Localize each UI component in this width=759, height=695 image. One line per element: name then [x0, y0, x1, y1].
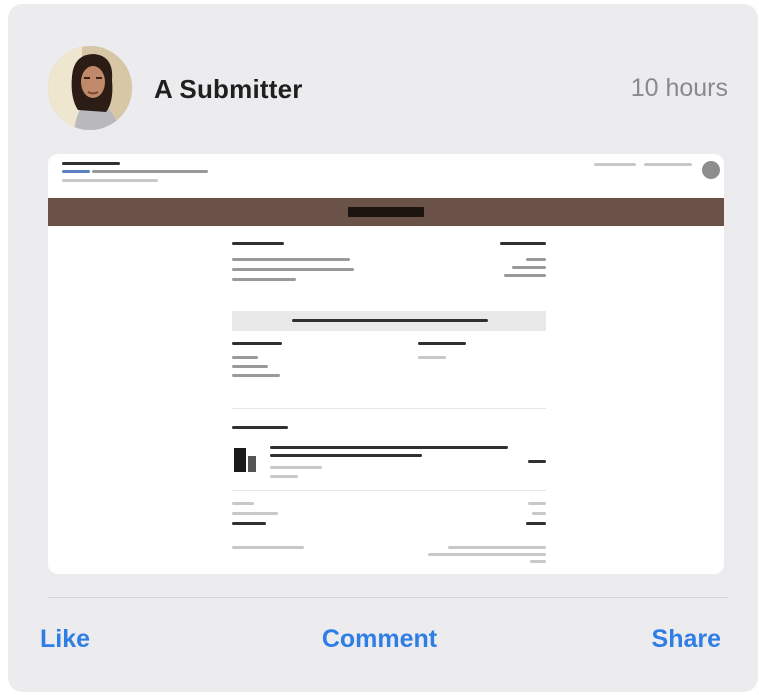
comment-button[interactable]: Comment — [0, 625, 759, 654]
email-text-line — [232, 512, 278, 515]
email-action-line — [644, 163, 692, 166]
email-text-line — [232, 426, 288, 429]
post-header: A Submitter 10 hours — [48, 46, 728, 134]
email-text-line — [428, 553, 546, 556]
email-divider — [232, 490, 546, 491]
share-button[interactable]: Share — [652, 625, 721, 654]
email-text-line — [532, 512, 546, 515]
email-text-line — [526, 258, 546, 261]
email-text-line — [528, 502, 546, 505]
email-text-line — [292, 319, 488, 322]
email-text-line — [232, 374, 280, 377]
post-card: A Submitter 10 hours — [8, 4, 758, 692]
email-action-line — [594, 163, 636, 166]
email-avatar-icon — [702, 161, 720, 179]
product-thumbnail-icon — [248, 456, 256, 472]
email-text-line — [232, 365, 268, 368]
email-text-line — [232, 546, 304, 549]
post-timestamp: 10 hours — [630, 74, 728, 102]
email-text-line — [526, 522, 546, 525]
author-name[interactable]: A Submitter — [154, 74, 303, 105]
email-text-line — [232, 268, 354, 271]
avatar-photo-icon — [48, 46, 132, 130]
email-text-line — [232, 278, 296, 281]
email-text-line — [232, 258, 350, 261]
product-thumbnail-icon — [234, 448, 246, 472]
email-subject-line — [92, 170, 208, 173]
email-text-line — [232, 342, 282, 345]
brand-logo-icon — [348, 207, 424, 217]
email-text-line — [530, 560, 546, 563]
email-text-line — [528, 460, 546, 463]
order-info-strip — [232, 311, 546, 331]
email-text-line — [270, 466, 322, 469]
actions-divider — [48, 597, 728, 598]
email-sender-line — [62, 162, 120, 165]
avatar[interactable] — [48, 46, 132, 130]
email-screenshot-preview[interactable] — [48, 154, 724, 574]
email-text-line — [232, 522, 266, 525]
email-text-line — [232, 502, 254, 505]
email-text-line — [504, 274, 546, 277]
email-text-line — [232, 242, 284, 245]
email-text-line — [270, 454, 422, 457]
email-text-line — [270, 446, 508, 449]
email-text-line — [448, 546, 546, 549]
email-to-line — [62, 179, 158, 182]
email-text-line — [232, 356, 258, 359]
email-banner — [48, 198, 724, 226]
email-text-line — [512, 266, 546, 269]
email-text-line — [500, 242, 546, 245]
email-sender-link — [62, 170, 90, 173]
email-text-line — [418, 342, 466, 345]
email-text-line — [418, 356, 446, 359]
email-divider — [232, 408, 546, 409]
email-text-line — [270, 475, 298, 478]
